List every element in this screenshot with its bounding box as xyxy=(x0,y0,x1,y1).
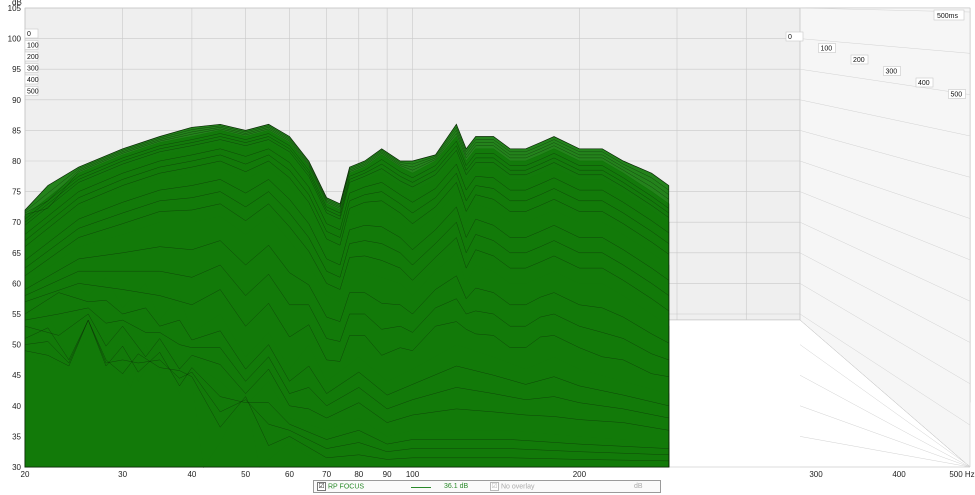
time-tick-label-left: 500 xyxy=(27,89,39,96)
time-tick-label-left: 100 xyxy=(27,43,39,50)
time-tick-label-left: 400 xyxy=(27,77,39,84)
time-tick-label-left: 300 xyxy=(27,66,39,73)
y-tick-label: 40 xyxy=(12,402,21,411)
y-tick-label: 60 xyxy=(12,279,21,288)
x-tick-label: 70 xyxy=(322,470,331,478)
y-tick-label: 75 xyxy=(12,188,21,197)
series-line-swatch xyxy=(411,487,431,488)
y-tick-label: 95 xyxy=(12,65,21,74)
waterfall-chart: 3035404550556065707580859095100105 20 30 4… xyxy=(0,0,975,478)
x-tick-label: 90 xyxy=(383,470,392,478)
time-tick-label-left: 200 xyxy=(27,54,39,61)
y-tick-label: 85 xyxy=(12,126,21,135)
x-tick-label: 500 Hz xyxy=(949,470,974,478)
x-tick-label: 200 xyxy=(573,470,587,478)
y-axis-unit: dB xyxy=(12,0,22,7)
time-tick-label-left: 0 xyxy=(27,31,31,38)
x-tick-label: 100 xyxy=(406,470,420,478)
time-range-badge: 500ms xyxy=(933,9,965,21)
x-tick-label: 30 xyxy=(118,470,127,478)
x-tick-label: 60 xyxy=(285,470,294,478)
overlay-label: No overlay xyxy=(501,483,535,491)
unit-readout: dB xyxy=(634,483,643,490)
y-tick-label: 45 xyxy=(12,371,21,380)
measurement-name: RP FOCUS xyxy=(328,483,365,491)
time-tick-label-right: 100 xyxy=(821,46,833,53)
time-tick-label-right: 400 xyxy=(918,80,930,87)
legend-bar: ☑ RP FOCUS 36.1 dB ☑ No overlay dB xyxy=(313,480,661,493)
time-tick-label-right: 200 xyxy=(853,57,865,64)
measurement-toggle[interactable]: ☑ RP FOCUS xyxy=(317,482,364,492)
y-tick-label: 50 xyxy=(12,341,21,350)
y-tick-label: 70 xyxy=(12,218,21,227)
time-tick-label-right: 500 xyxy=(951,92,963,99)
level-readout: 36.1 dB xyxy=(444,483,469,490)
x-tick-label: 20 xyxy=(21,470,30,478)
overlay-checkbox[interactable]: ☑ xyxy=(490,482,499,491)
x-tick-label: 40 xyxy=(187,470,196,478)
y-tick-label: 65 xyxy=(12,249,21,258)
x-tick-label: 80 xyxy=(354,470,363,478)
x-tick-label: 50 xyxy=(241,470,250,478)
y-tick-label: 55 xyxy=(12,310,21,319)
y-tick-label: 80 xyxy=(12,157,21,166)
time-tick-label-right: 0 xyxy=(788,34,792,41)
x-tick-label: 300 xyxy=(809,470,823,478)
overlay-toggle[interactable]: ☑ No overlay xyxy=(490,482,534,492)
x-tick-label: 400 xyxy=(892,470,906,478)
measurement-checkbox[interactable]: ☑ xyxy=(317,482,326,491)
svg-text:500ms: 500ms xyxy=(937,13,959,20)
y-tick-label: 35 xyxy=(12,432,21,441)
y-tick-label: 100 xyxy=(8,35,22,44)
time-tick-label-right: 300 xyxy=(886,69,898,76)
y-tick-label: 90 xyxy=(12,96,21,105)
